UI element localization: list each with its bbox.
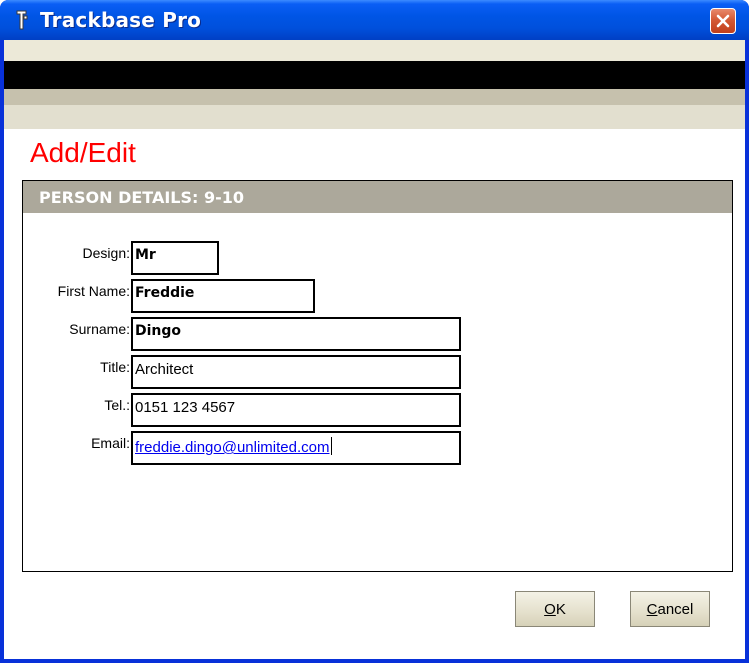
title-label: Title: xyxy=(100,359,130,375)
window-title: Trackbase Pro xyxy=(40,8,202,32)
app-window: Trackbase Pro Add/Edit PERSON DETAILS: 9… xyxy=(0,0,749,663)
ok-mnemonic: O xyxy=(544,601,556,618)
first-name-field[interactable]: Freddie xyxy=(131,279,315,313)
panel-header-title: PERSON DETAILS: 9-10 xyxy=(39,188,245,207)
close-icon xyxy=(716,14,730,28)
text-caret xyxy=(330,437,332,455)
email-field[interactable]: freddie.dingo@unlimited.com xyxy=(131,431,461,465)
surname-label: Surname: xyxy=(69,321,130,337)
design-label: Design: xyxy=(82,245,130,261)
window-client-area: Add/Edit PERSON DETAILS: 9-10 Design: Mr… xyxy=(4,40,745,659)
tel-label: Tel.: xyxy=(104,397,130,413)
design-field[interactable]: Mr xyxy=(131,241,219,275)
cancel-label-rest: ancel xyxy=(657,601,694,618)
cancel-button[interactable]: Cancel xyxy=(630,591,710,627)
app-icon xyxy=(16,10,28,30)
ok-button[interactable]: OK xyxy=(515,591,595,627)
email-label: Email: xyxy=(91,435,130,451)
email-link[interactable]: freddie.dingo@unlimited.com xyxy=(135,439,330,456)
title-field[interactable]: Architect xyxy=(131,355,461,389)
person-details-panel: PERSON DETAILS: 9-10 Design: Mr First Na… xyxy=(22,180,733,572)
first-name-label: First Name: xyxy=(57,283,130,299)
tel-field[interactable]: 0151 123 4567 xyxy=(131,393,461,427)
ok-label-rest: K xyxy=(555,601,566,618)
surname-field[interactable]: Dingo xyxy=(131,317,461,351)
light-banner xyxy=(4,105,745,129)
close-button[interactable] xyxy=(710,8,736,34)
page-title: Add/Edit xyxy=(30,137,136,168)
panel-header: PERSON DETAILS: 9-10 xyxy=(23,181,732,213)
black-banner xyxy=(4,61,745,89)
title-bar[interactable]: Trackbase Pro xyxy=(0,0,749,40)
taupe-banner xyxy=(4,89,745,105)
cancel-mnemonic: C xyxy=(646,601,658,618)
